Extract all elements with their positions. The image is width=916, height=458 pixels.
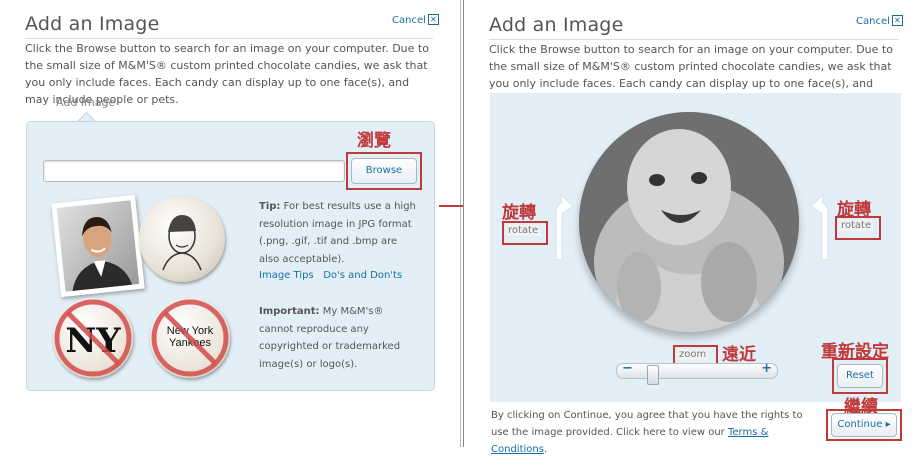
zoom-slider[interactable]: − + — [616, 361, 778, 385]
title-divider — [25, 38, 433, 39]
dos-donts-link[interactable]: Do's and Don'ts — [323, 270, 402, 281]
rotate-left-arrow-icon[interactable] — [546, 190, 574, 262]
rotate-right-highlight — [835, 216, 881, 240]
forbidden-logo-candy-ny: NY — [53, 298, 133, 378]
baby-photo-image — [579, 112, 799, 332]
dialog-title: Add an Image — [489, 14, 624, 36]
forbidden-logo-candy-yankees: New York Yankees — [150, 298, 230, 378]
zoom-annotation: 遠近 — [722, 345, 756, 365]
add-image-dialog-browse: Add an Image Cancel ✕ Click the Browse bu… — [0, 0, 461, 447]
file-path-input[interactable] — [43, 160, 345, 182]
reset-highlight — [832, 358, 888, 394]
close-icon[interactable]: ✕ — [427, 14, 439, 25]
zoom-in-button[interactable]: + — [761, 361, 772, 376]
example-photo — [51, 194, 145, 298]
close-icon[interactable]: ✕ — [891, 15, 903, 26]
cancel-button[interactable]: Cancel ✕ — [856, 15, 903, 27]
cancel-label: Cancel — [856, 16, 890, 27]
dialog-title: Add an Image — [25, 13, 160, 35]
tip-body: For best results use a high resolution i… — [259, 201, 416, 265]
cancel-label: Cancel — [392, 15, 426, 26]
image-tips-link[interactable]: Image Tips — [259, 270, 314, 281]
continue-highlight — [826, 409, 902, 441]
agreement-text: By clicking on Continue, you agree that … — [491, 407, 821, 458]
tab-add-image[interactable]: Add Image — [56, 96, 115, 109]
rotate-right-arrow-icon[interactable] — [810, 190, 838, 262]
tip-text: Tip: For best results use a high resolut… — [259, 198, 419, 268]
agreement-end: . — [543, 444, 548, 455]
browse-highlight — [346, 152, 422, 190]
tip-label: Tip: — [259, 201, 281, 212]
image-links: Image Tips Do's and Don'ts — [259, 267, 402, 285]
sketch-face-image — [162, 215, 202, 271]
crop-preview[interactable] — [579, 112, 799, 332]
rotate-left-annotation: 旋轉 — [502, 203, 536, 223]
zoom-slider-handle[interactable] — [646, 365, 659, 385]
important-label: Important: — [259, 306, 320, 317]
cancel-button[interactable]: Cancel ✕ — [392, 14, 439, 26]
prohibited-icon — [151, 299, 229, 377]
title-divider — [489, 39, 899, 40]
portrait-photo-image — [56, 200, 140, 292]
browse-annotation: 瀏覽 — [357, 131, 391, 151]
add-image-dialog-edit: Add an Image Cancel ✕ Click the Browse bu… — [463, 0, 916, 455]
prohibited-icon: NY — [54, 299, 132, 377]
rotate-left-highlight — [502, 221, 548, 245]
zoom-out-button[interactable]: − — [622, 361, 633, 376]
important-text: Important: My M&M's® cannot reproduce an… — [259, 303, 409, 373]
candy-face-example — [139, 196, 225, 282]
